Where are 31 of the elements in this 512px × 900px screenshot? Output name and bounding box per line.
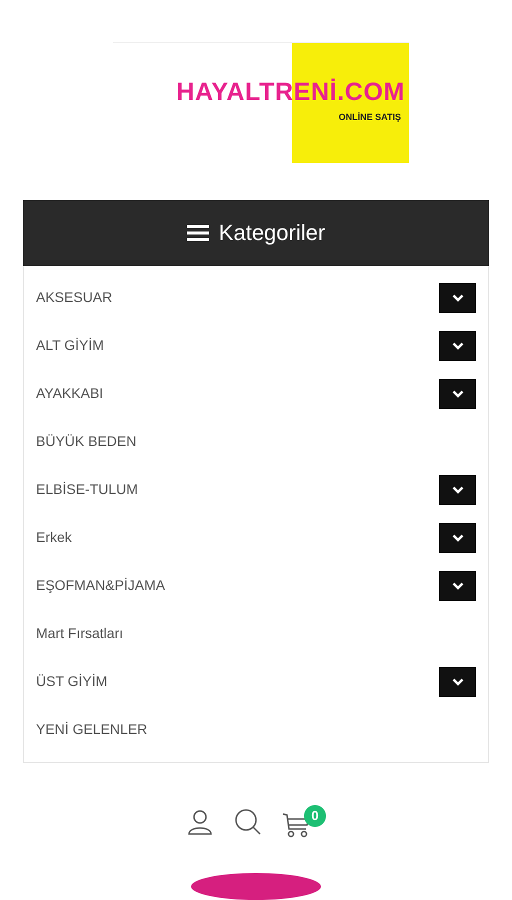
chevron-down-icon [452,678,464,686]
search-icon[interactable] [234,808,262,836]
category-link[interactable]: Erkek [36,527,72,548]
expand-button[interactable] [439,330,476,361]
categories-header[interactable]: Kategoriler [23,200,489,266]
expand-button[interactable] [439,666,476,697]
chevron-down-icon [452,486,464,494]
cart-icon[interactable] [282,812,310,839]
category-link[interactable]: AYAKKABI [36,383,104,404]
category-link[interactable]: Mart Fırsatları [36,623,124,644]
chevron-down-icon [452,342,464,350]
expand-button[interactable] [439,570,476,601]
expand-button[interactable] [439,474,476,505]
category-link[interactable]: ALT GİYİM [36,335,104,356]
category-link[interactable]: YENİ GELENLER [36,719,148,740]
chevron-down-icon [452,294,464,302]
logo-subtitle: ONLİNE SATIŞ [338,110,401,124]
category-link[interactable]: EŞOFMAN&PİJAMA [36,575,166,596]
chevron-down-icon [452,534,464,542]
chevron-down-icon [452,582,464,590]
cart-count-badge: 0 [304,804,326,827]
expand-button[interactable] [439,522,476,553]
expand-button[interactable] [439,282,476,313]
chevron-down-icon [452,390,464,398]
category-link[interactable]: AKSESUAR [36,287,112,308]
expand-button[interactable] [439,378,476,409]
user-icon[interactable] [186,808,214,836]
category-link[interactable]: ELBİSE-TULUM [36,479,138,500]
category-link[interactable]: BÜYÜK BEDEN [36,431,136,452]
category-link[interactable]: ÜST GİYİM [36,671,108,692]
menu-icon [186,224,209,242]
